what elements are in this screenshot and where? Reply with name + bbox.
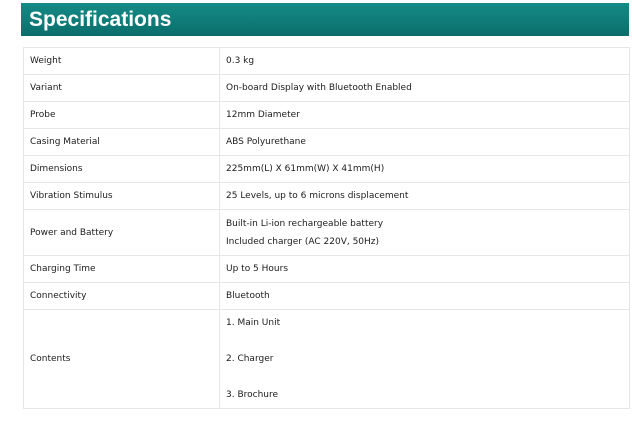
power-battery-line: Built-in Li-ion rechargeable battery	[226, 218, 384, 229]
spec-value-charging-time: Up to 5 Hours	[219, 255, 630, 283]
spec-label-vibration-stimulus: Vibration Stimulus	[23, 182, 220, 210]
power-battery-line: Included charger (AC 220V, 50Hz)	[226, 236, 380, 247]
spec-value-power-and-battery: Built-in Li-ion rechargeable battery Inc…	[219, 209, 630, 256]
table-row: Probe 12mm Diameter	[23, 101, 630, 129]
page-title: Specifications	[29, 8, 172, 31]
spec-value-casing-material: ABS Polyurethane	[219, 128, 630, 156]
table-row: Power and Battery Built-in Li-ion rechar…	[23, 209, 630, 256]
spec-value-dimensions: 225mm(L) X 61mm(W) X 41mm(H)	[219, 155, 630, 183]
spec-value-vibration-stimulus: 25 Levels, up to 6 microns displacement	[219, 182, 630, 210]
table-row: Dimensions 225mm(L) X 61mm(W) X 41mm(H)	[23, 155, 630, 183]
specifications-header: Specifications	[21, 3, 629, 36]
spec-value-connectivity: Bluetooth	[219, 282, 630, 310]
spec-label-casing-material: Casing Material	[23, 128, 220, 156]
table-row: Variant On-board Display with Bluetooth …	[23, 74, 630, 102]
specifications-table: Weight 0.3 kg Variant On-board Display w…	[23, 47, 630, 409]
spec-value-contents: 1. Main Unit 2. Charger 3. Brochure	[219, 309, 630, 409]
contents-item: 1. Main Unit	[226, 318, 281, 328]
spec-label-weight: Weight	[23, 47, 220, 75]
spec-label-dimensions: Dimensions	[23, 155, 220, 183]
table-row: Weight 0.3 kg	[23, 47, 630, 75]
spec-value-weight: 0.3 kg	[219, 47, 630, 75]
table-row: Charging Time Up to 5 Hours	[23, 255, 630, 283]
contents-item: 3. Brochure	[226, 390, 279, 400]
spec-label-contents: Contents	[23, 309, 220, 409]
spec-label-probe: Probe	[23, 101, 220, 129]
table-row: Contents 1. Main Unit 2. Charger 3. Broc…	[23, 309, 630, 409]
table-row: Casing Material ABS Polyurethane	[23, 128, 630, 156]
spec-value-variant: On-board Display with Bluetooth Enabled	[219, 74, 630, 102]
table-row: Vibration Stimulus 25 Levels, up to 6 mi…	[23, 182, 630, 210]
spec-label-connectivity: Connectivity	[23, 282, 220, 310]
spec-label-power-and-battery: Power and Battery	[23, 209, 220, 256]
contents-item: 2. Charger	[226, 354, 274, 364]
spec-label-variant: Variant	[23, 74, 220, 102]
table-row: Connectivity Bluetooth	[23, 282, 630, 310]
spec-value-probe: 12mm Diameter	[219, 101, 630, 129]
spec-label-charging-time: Charging Time	[23, 255, 220, 283]
